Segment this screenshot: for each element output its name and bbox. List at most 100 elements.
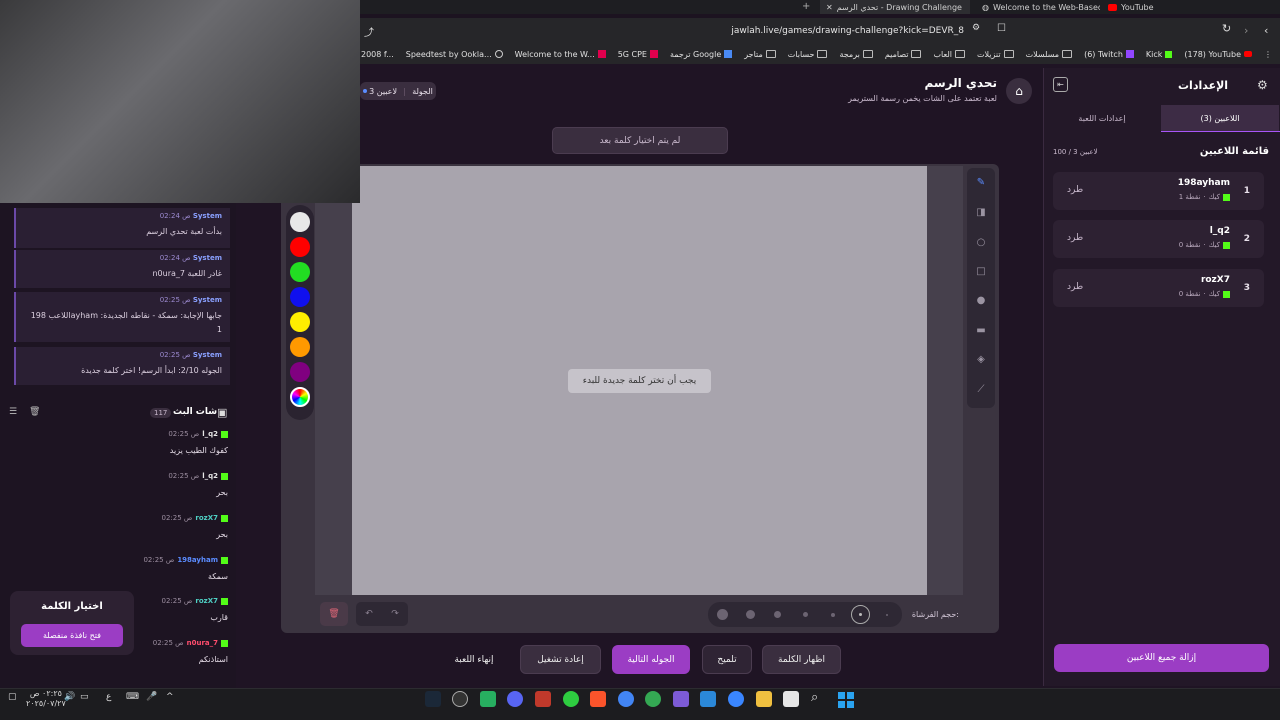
- taskbar-app-icon[interactable]: [673, 691, 689, 707]
- end-game-button[interactable]: إنهاء اللعبة: [440, 645, 508, 674]
- bookmark-5g-cpe[interactable]: 5G CPE: [618, 50, 658, 59]
- filled-rectangle-tool-icon[interactable]: ▬: [973, 322, 989, 338]
- bookmark-star-icon[interactable]: ☐: [997, 23, 1006, 34]
- microphone-icon[interactable]: 🎤: [146, 692, 157, 702]
- start-button[interactable]: [838, 692, 854, 708]
- collapse-panel-icon[interactable]: ⇤: [1053, 77, 1068, 92]
- site-settings-icon[interactable]: ⚙: [972, 23, 980, 33]
- notification-icon[interactable]: ▢: [8, 692, 17, 702]
- undo-icon[interactable]: ↶: [365, 609, 373, 619]
- brave-icon[interactable]: [590, 691, 606, 707]
- canvas-side-strip: [315, 166, 352, 595]
- brush-size-xxs[interactable]: [886, 614, 888, 616]
- round-info: 3 لاعبين | الجولة: [360, 82, 436, 100]
- color-swatch-orange[interactable]: [290, 337, 310, 357]
- input-language[interactable]: ع: [106, 692, 111, 702]
- brush-size-md[interactable]: [774, 611, 781, 618]
- clock[interactable]: ٠٢:٢٥ ص ٢٠٢٥/٠٧/٢٧: [26, 689, 66, 709]
- search-icon[interactable]: ⌕: [811, 690, 818, 705]
- bookmark-breaking-bad[interactable]: king Bad 2008 f...: [360, 50, 394, 59]
- taskbar-app-icon[interactable]: [480, 691, 496, 707]
- color-swatch-yellow[interactable]: [290, 312, 310, 332]
- display-icon[interactable]: ▭: [80, 692, 89, 702]
- chevron-up-icon[interactable]: ^: [166, 692, 174, 702]
- canvas-side-strip: [927, 166, 963, 595]
- color-swatch-red[interactable]: [290, 237, 310, 257]
- hint-button[interactable]: تلميح: [702, 645, 752, 674]
- circle-tool-icon[interactable]: ○: [973, 234, 989, 250]
- bookmark-youtube[interactable]: (178) YouTube: [1184, 50, 1252, 59]
- taskbar-app-icon[interactable]: [645, 691, 661, 707]
- clear-canvas-icon[interactable]: 🗑: [320, 602, 348, 626]
- reload-icon[interactable]: ↻: [1222, 22, 1231, 35]
- custom-color-picker[interactable]: [290, 387, 310, 407]
- bookmark-folder-programming[interactable]: برمجة: [839, 50, 873, 59]
- discord-icon[interactable]: [507, 691, 523, 707]
- taskbar-app-icon[interactable]: [783, 691, 799, 707]
- bookmark-folder-accounts[interactable]: حسابات: [788, 50, 828, 59]
- tab-players[interactable]: اللاعبين (3): [1161, 105, 1279, 131]
- redo-icon[interactable]: ↷: [391, 609, 399, 619]
- tab-drawing-challenge[interactable]: ✕ تحدي الرسم - Drawing Challenge: [820, 0, 970, 14]
- tab-config[interactable]: ◍ Welcome to the Web-Based Config...: [982, 0, 1100, 14]
- bookmark-folder-series[interactable]: مسلسلات: [1026, 50, 1073, 59]
- color-swatch-white[interactable]: [290, 212, 310, 232]
- tab-game-settings[interactable]: إعدادات اللعبة: [1043, 105, 1161, 131]
- color-swatch-purple[interactable]: [290, 362, 310, 382]
- gear-icon: ⚙: [1257, 78, 1268, 92]
- taskbar-app-icon[interactable]: [563, 691, 579, 707]
- forward-icon[interactable]: ›: [1244, 24, 1248, 37]
- word-status: لم يتم اختيار كلمة بعد: [552, 127, 728, 154]
- file-explorer-icon[interactable]: [756, 691, 772, 707]
- line-tool-icon[interactable]: ⟋: [973, 381, 989, 397]
- next-round-button[interactable]: الجوله التالية: [612, 645, 690, 674]
- more-icon[interactable]: ⋮: [1264, 50, 1272, 59]
- word-selection-title: اختيار الكلمة: [41, 601, 103, 612]
- kick-player-button[interactable]: طرد: [1067, 185, 1083, 195]
- keyboard-icon[interactable]: ⌨: [126, 692, 139, 702]
- bookmark-google-translate[interactable]: ترجمة Google: [670, 50, 733, 59]
- brush-size-xl[interactable]: [717, 609, 728, 620]
- brush-size-xs[interactable]: [831, 613, 835, 617]
- open-separate-window-button[interactable]: فتح نافذة منفصلة: [21, 624, 123, 647]
- bookmark-speedtest[interactable]: Speedtest by Ookla...: [406, 50, 503, 59]
- taskbar-app-icon[interactable]: [728, 691, 744, 707]
- close-icon[interactable]: ✕: [826, 3, 833, 12]
- fill-bucket-icon[interactable]: ◈: [973, 351, 989, 367]
- filled-circle-tool-icon[interactable]: ●: [973, 292, 989, 308]
- brush-size-sm[interactable]: [803, 612, 808, 617]
- back-icon[interactable]: ‹: [1264, 24, 1268, 37]
- restart-button[interactable]: إعادة تشغيل: [520, 645, 601, 674]
- kick-player-button[interactable]: طرد: [1067, 233, 1083, 243]
- bookmark-folder-designs[interactable]: تصاميم: [885, 50, 922, 59]
- brush-size-lg[interactable]: [746, 610, 755, 619]
- show-word-button[interactable]: اظهار الكلمة: [762, 645, 841, 674]
- bookmark-folder-games[interactable]: العاب: [933, 50, 965, 59]
- taskbar-app-icon[interactable]: [535, 691, 551, 707]
- chrome-icon[interactable]: [618, 691, 634, 707]
- new-tab-icon[interactable]: +: [802, 1, 810, 12]
- chat-message: 198ayham 02:25 ص سمكة: [143, 556, 228, 581]
- bookmark-folder-stores[interactable]: متاجر: [744, 50, 776, 59]
- bookmark-folder-downloads[interactable]: تنزيلات: [977, 50, 1014, 59]
- color-swatch-blue[interactable]: [290, 287, 310, 307]
- menu-icon[interactable]: ☰: [9, 407, 17, 417]
- home-icon[interactable]: ⌂: [1006, 78, 1032, 104]
- bookmark-twitch[interactable]: (6) Twitch: [1084, 50, 1134, 59]
- kick-player-button[interactable]: طرد: [1067, 282, 1083, 292]
- remove-all-players-button[interactable]: إزالة جميع اللاعبين: [1054, 644, 1269, 672]
- eraser-icon[interactable]: ◨: [973, 204, 989, 220]
- rectangle-tool-icon[interactable]: □: [973, 263, 989, 279]
- trash-icon[interactable]: 🗑: [29, 407, 40, 417]
- steam-icon[interactable]: [425, 691, 441, 707]
- pencil-icon[interactable]: ✎: [973, 174, 989, 190]
- tab-youtube[interactable]: YouTube: [1108, 0, 1154, 14]
- obs-icon[interactable]: [452, 691, 468, 707]
- share-icon[interactable]: ⤴: [364, 24, 374, 39]
- brush-size-selected[interactable]: [851, 605, 870, 624]
- color-swatch-green[interactable]: [290, 262, 310, 282]
- url-field[interactable]: jawlah.live/games/drawing-challenge?kick…: [731, 26, 964, 36]
- bookmark-welcome[interactable]: Welcome to the W...: [515, 50, 606, 59]
- bookmark-kick[interactable]: Kick: [1146, 50, 1173, 59]
- taskbar-app-icon[interactable]: [700, 691, 716, 707]
